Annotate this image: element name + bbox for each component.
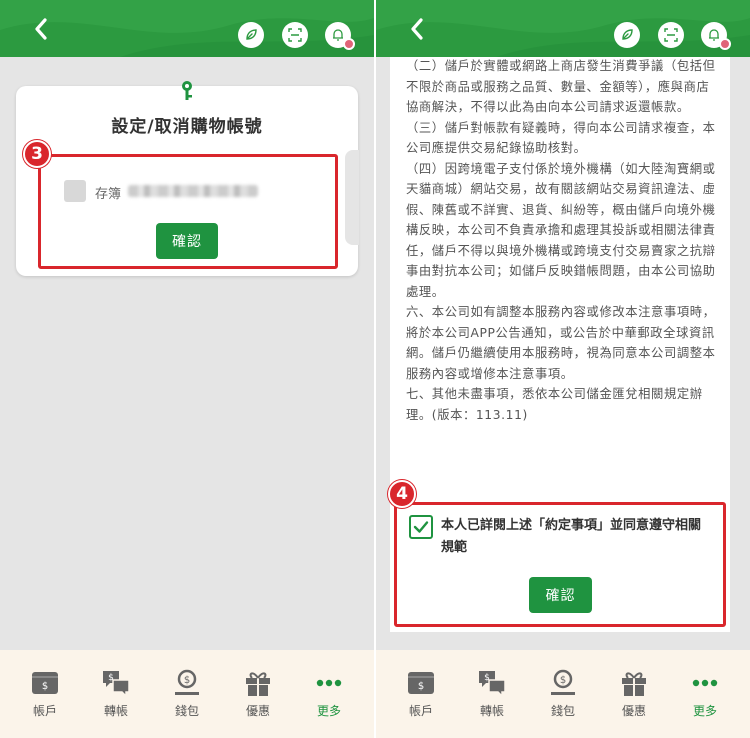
svg-text:$: $ bbox=[484, 673, 490, 683]
nav-label: 帳戶 bbox=[32, 704, 57, 718]
transfer-icon: $ bbox=[479, 671, 506, 698]
terms-paragraph: 六、本公司如有調整本服務內容或修改本注意事項時，將於本公司APP公告通知，或公告… bbox=[406, 305, 716, 381]
nav-label: 轉帳 bbox=[479, 704, 504, 718]
terms-text: （二）儲戶於實體或網路上商店發生消費爭議（包括但不限於商品或服務之品質、數量、金… bbox=[406, 56, 722, 425]
account-icon: $ bbox=[32, 672, 58, 694]
terms-paragraph: 七、其他未盡事項，悉依本公司儲金匯兌相關規定辦理。(版本：113.11) bbox=[406, 387, 703, 422]
nav-item-offers[interactable]: 優惠 bbox=[228, 668, 288, 719]
more-icon bbox=[316, 679, 342, 687]
screenshot-stage: 設定/取消購物帳號 存簿 確認 3 $ 帳戶 $ 轉帳 $ 錢包 優惠 更多 （… bbox=[0, 0, 750, 738]
step-badge-4: 4 bbox=[388, 480, 416, 508]
gift-icon bbox=[622, 672, 646, 696]
scan-icon[interactable] bbox=[658, 22, 684, 48]
terms-paragraph: （三）儲戶對帳款有疑義時，得向本公司請求複查，本公司應提供交易紀錄協助核對。 bbox=[406, 120, 716, 156]
svg-text:$: $ bbox=[42, 681, 48, 692]
nav-label: 更多 bbox=[316, 704, 341, 718]
nav-label: 優惠 bbox=[245, 704, 270, 718]
nav-item-wallet[interactable]: $ 錢包 bbox=[533, 668, 593, 719]
screen-set-shopping-account: 設定/取消購物帳號 存簿 確認 3 $ 帳戶 $ 轉帳 $ 錢包 優惠 更多 bbox=[0, 0, 374, 738]
back-chevron-icon[interactable] bbox=[406, 16, 430, 42]
bottom-navigation: $ 帳戶 $ 轉帳 $ 錢包 優惠 更多 bbox=[0, 650, 374, 738]
notification-dot bbox=[343, 38, 355, 50]
svg-text:$: $ bbox=[560, 675, 566, 686]
leaf-icon[interactable] bbox=[614, 22, 640, 48]
nav-label: 轉帳 bbox=[103, 704, 128, 718]
gift-icon bbox=[246, 672, 270, 696]
scan-icon[interactable] bbox=[282, 22, 308, 48]
key-icon bbox=[182, 81, 192, 100]
highlight-box-step-3 bbox=[38, 154, 338, 269]
nav-label: 更多 bbox=[692, 704, 717, 718]
nav-item-transfer[interactable]: $ 轉帳 bbox=[86, 668, 146, 719]
nav-item-offers[interactable]: 優惠 bbox=[604, 668, 664, 719]
header-wave-decoration bbox=[376, 0, 750, 57]
bottom-navigation: $ 帳戶 $ 轉帳 $ 錢包 優惠 更多 bbox=[376, 650, 750, 738]
svg-text:$: $ bbox=[108, 673, 114, 683]
page-title: 設定/取消購物帳號 bbox=[111, 117, 263, 137]
top-header bbox=[0, 0, 374, 57]
nav-label: 帳戶 bbox=[408, 704, 433, 718]
top-header bbox=[376, 0, 750, 57]
svg-text:$: $ bbox=[418, 681, 424, 692]
transfer-icon: $ bbox=[103, 671, 130, 698]
wallet-icon: $ bbox=[175, 669, 199, 695]
nav-label: 錢包 bbox=[550, 704, 575, 718]
header-wave-decoration bbox=[0, 0, 374, 57]
nav-item-more[interactable]: 更多 bbox=[299, 668, 359, 719]
nav-item-account[interactable]: $ 帳戶 bbox=[391, 668, 451, 719]
nav-label: 優惠 bbox=[621, 704, 646, 718]
nav-item-account[interactable]: $ 帳戶 bbox=[15, 668, 75, 719]
screen-terms-agreement: （二）儲戶於實體或網路上商店發生消費爭議（包括但不限於商品或服務之品質、數量、金… bbox=[376, 0, 750, 738]
svg-text:$: $ bbox=[184, 675, 190, 686]
account-icon: $ bbox=[408, 672, 434, 694]
nav-item-transfer[interactable]: $ 轉帳 bbox=[462, 668, 522, 719]
card-cutout-decoration bbox=[345, 150, 359, 245]
terms-paragraph: （四）因跨境電子支付係於境外機構（如大陸淘寶網或天貓商城）網站交易，故有關該網站… bbox=[406, 161, 716, 299]
highlight-box-step-4 bbox=[394, 502, 726, 627]
terms-paragraph: （二）儲戶於實體或網路上商店發生消費爭議（包括但不限於商品或服務之品質、數量、金… bbox=[406, 59, 716, 114]
notification-bell-icon[interactable] bbox=[325, 22, 355, 50]
step-badge-3: 3 bbox=[23, 140, 51, 168]
more-icon bbox=[692, 679, 718, 687]
nav-label: 錢包 bbox=[174, 704, 199, 718]
nav-item-wallet[interactable]: $ 錢包 bbox=[157, 668, 217, 719]
nav-item-more[interactable]: 更多 bbox=[675, 668, 735, 719]
back-chevron-icon[interactable] bbox=[30, 16, 54, 42]
notification-dot bbox=[719, 38, 731, 50]
wallet-icon: $ bbox=[551, 669, 575, 695]
leaf-icon[interactable] bbox=[238, 22, 264, 48]
notification-bell-icon[interactable] bbox=[701, 22, 731, 50]
